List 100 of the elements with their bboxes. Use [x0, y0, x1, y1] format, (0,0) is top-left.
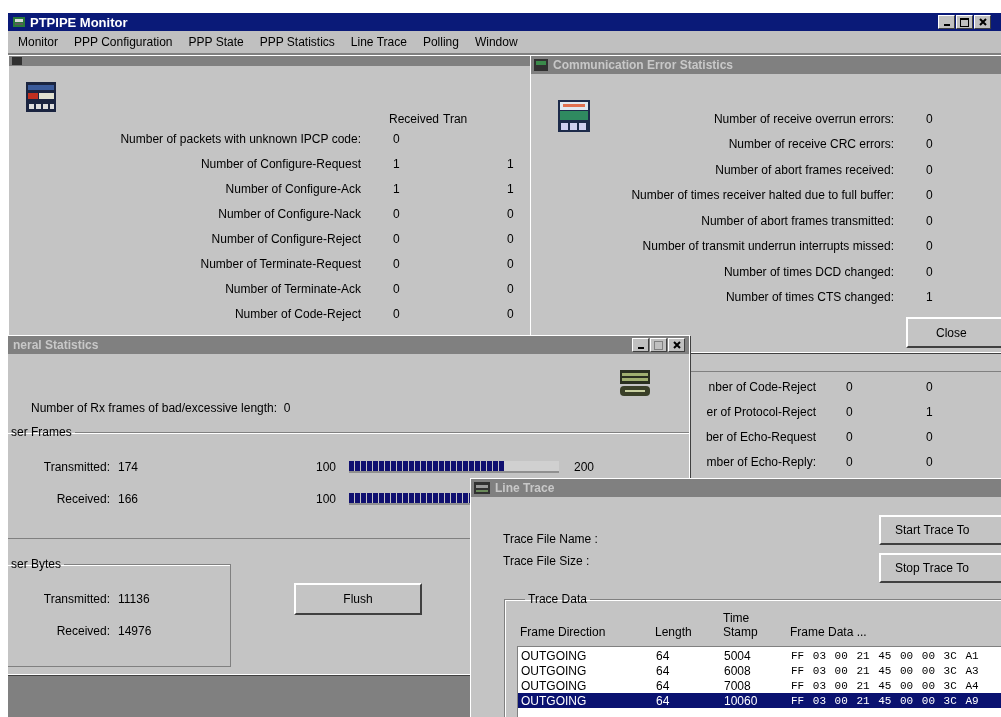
menu-item[interactable]: PPP State [188, 35, 244, 49]
column-header: Received [388, 112, 441, 126]
app-icon [12, 15, 26, 29]
stat-value: 1 [926, 404, 933, 419]
stat-label: Number of Terminate-Request [200, 256, 361, 271]
stat-label: Number of receive overrun errors: [713, 111, 894, 126]
stat-value: 1 [393, 156, 400, 171]
close-icon [672, 341, 681, 349]
stat-label: Number of abort frames transmitted: [701, 213, 894, 228]
table-cell-text: 6008 [724, 663, 752, 678]
stat-value: 0 [393, 256, 400, 271]
minimize-button[interactable] [938, 15, 955, 29]
window-title: neral Statistics [13, 338, 99, 352]
stat-label: Number of Configure-Ack [225, 181, 361, 196]
stat-value: 0 [846, 379, 853, 394]
stat-value: 11136 [117, 592, 151, 606]
stat-label: Number of times DCD changed: [723, 264, 894, 279]
maximize-button[interactable] [956, 15, 973, 29]
table-row[interactable]: OUTGOING 64 7008 FF 03 00 21 45 00 00 3C A4 [518, 678, 1001, 693]
stat-label: Received: [55, 624, 110, 638]
stat-value: 0 [846, 429, 853, 444]
menu-item[interactable]: Line Trace [350, 35, 407, 49]
table-cell-text: 64 [656, 693, 671, 708]
window-icon [12, 57, 22, 65]
stat-label: Received: [55, 492, 110, 506]
maximize-button[interactable] [650, 338, 667, 352]
flush-button[interactable]: Flush [294, 583, 422, 615]
stat-value: 0 [507, 231, 514, 246]
menu-item[interactable]: Monitor [18, 35, 58, 49]
table-row[interactable]: OUTGOING 64 10060 FF 03 00 21 45 00 00 3C A9 [518, 693, 1001, 708]
stat-value: 0 [393, 281, 400, 296]
stat-value: 0 [846, 404, 853, 419]
group-label: ser Frames [10, 425, 73, 439]
stat-value: 0 [925, 239, 934, 254]
stat-label: Number of transmit underrun interrupts missed: [642, 239, 894, 254]
close-button[interactable]: Close [906, 317, 1001, 348]
table-cell-text: OUTGOING [520, 693, 588, 708]
stat-label: nber of Code-Reject [708, 379, 816, 394]
stat-value: 0 [507, 206, 514, 221]
minimize-button[interactable] [632, 338, 649, 352]
stat-value: 174 [117, 460, 140, 474]
stat-label: Number of times receiver halted due to full buffer: [631, 188, 894, 203]
table-cell: FF 03 00 21 45 00 00 3C A1 [791, 649, 979, 662]
table-cell: FF 03 00 21 45 00 00 3C A9 [791, 694, 979, 707]
stat-value: 0 [926, 454, 933, 469]
column-header: Tran [443, 112, 469, 126]
menu-item[interactable]: Polling [422, 35, 459, 49]
maximize-icon [960, 17, 969, 27]
stat-label: mber of Echo-Reply: [706, 454, 816, 469]
network-icon [558, 100, 590, 132]
field-label: Trace File Name : [503, 532, 599, 546]
stat-value: 0 [926, 379, 933, 394]
stat-value: 0 [507, 306, 514, 321]
table-cell: FF 03 00 21 45 00 00 3C A3 [791, 664, 979, 677]
stat-value: 0 [925, 188, 934, 203]
stat-value: 0 [926, 429, 933, 444]
table-cell: FF 03 00 21 45 00 00 3C A4 [791, 679, 979, 692]
window-icon [474, 482, 490, 494]
stat-label: Number of packets with unknown IPCP code: [120, 131, 361, 146]
stat-value: 0 [846, 454, 853, 469]
column-header: Frame Data ... [790, 625, 867, 639]
menu-item[interactable]: PPP Statistics [259, 35, 335, 49]
window-title: Line Trace [495, 481, 555, 495]
table-cell-text: OUTGOING [520, 678, 588, 693]
table-row[interactable]: OUTGOING 64 6008 FF 03 00 21 45 00 00 3C A3 [518, 663, 1001, 678]
table-row[interactable]: OUTGOING 64 5004 FF 03 00 21 45 00 00 3C A1 [518, 648, 1001, 663]
table-cell-text: 64 [656, 678, 671, 693]
table-cell-text: 64 [656, 663, 671, 678]
column-header: Time Stamp [723, 611, 759, 639]
stat-label: Number of receive CRC errors: [728, 137, 894, 152]
trace-button[interactable]: Stop Trace To [879, 553, 1001, 583]
stat-label: ber of Echo-Request [705, 429, 816, 444]
table-cell-text: OUTGOING [520, 663, 588, 678]
trace-button[interactable]: Start Trace To [879, 515, 1001, 545]
stat-label: Number of Rx frames of bad/excessive length: 0 [30, 400, 292, 417]
table-cell-text: 64 [656, 648, 671, 663]
close-button[interactable] [668, 338, 685, 352]
stat-value: 1 [925, 290, 934, 305]
stat-value: 1 [507, 181, 514, 196]
scale-label: 100 [316, 492, 338, 506]
group-label: Trace Data [527, 592, 588, 606]
stat-value: 1 [393, 181, 400, 196]
stat-value: 0 [393, 306, 400, 321]
table-cell-text: 5004 [724, 648, 752, 663]
stat-label: Number of Configure-Reject [211, 231, 361, 246]
stat-value: 1 [507, 156, 514, 171]
stat-value: 0 [393, 131, 400, 146]
stat-label: Number of abort frames received: [715, 162, 894, 177]
close-button[interactable] [974, 15, 991, 29]
menu-item[interactable]: Window [474, 35, 518, 49]
device-icon [26, 82, 56, 112]
scale-label: 100 [316, 460, 338, 474]
stat-value: 0 [507, 256, 514, 271]
group-label: ser Bytes [10, 557, 62, 571]
stat-label: Number of Code-Reject [234, 306, 361, 321]
column-header: Frame Direction [519, 625, 607, 639]
stat-value: 0 [925, 162, 934, 177]
stat-label: Transmitted: [42, 592, 110, 606]
menu-item[interactable]: PPP Configuration [74, 35, 173, 49]
stat-value: 0 [925, 213, 934, 228]
